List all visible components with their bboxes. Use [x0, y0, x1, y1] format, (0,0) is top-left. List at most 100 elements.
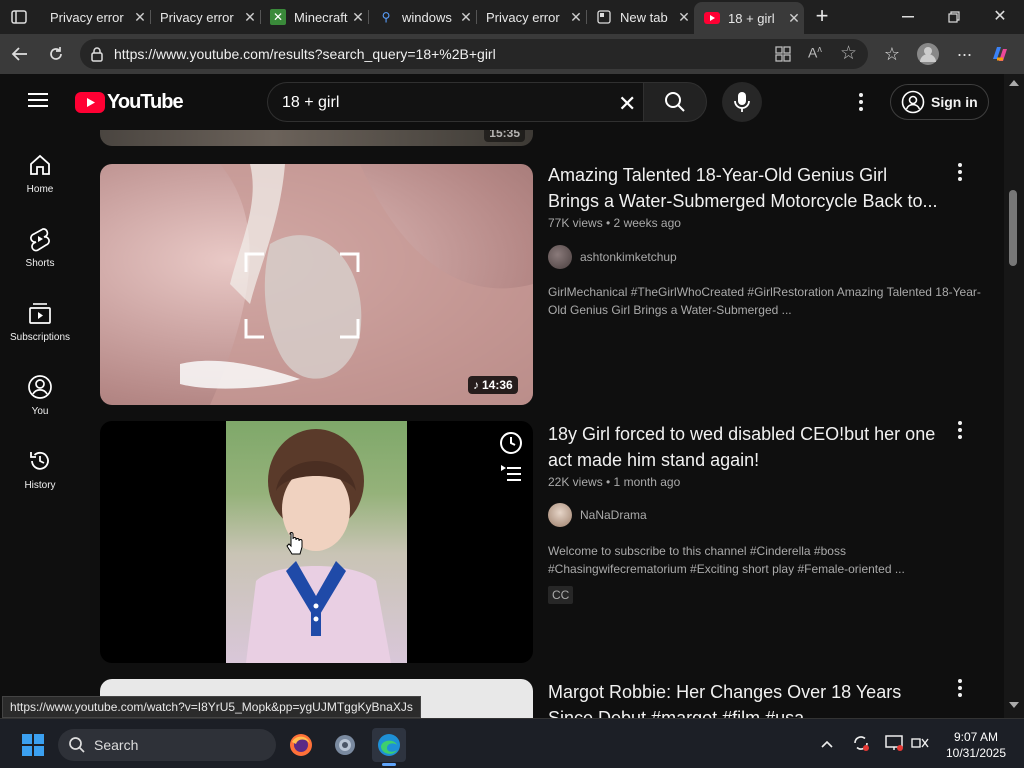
video-title[interactable]: Margot Robbie: Her Changes Over 18 Years… [548, 679, 948, 718]
video-thumbnail-partial-top[interactable]: 15:35 [100, 130, 533, 146]
clock-time: 9:07 AM [953, 730, 999, 744]
read-aloud-icon[interactable]: Aʌ [808, 44, 822, 61]
youtube-header: YouTube 18 + girl ✕ Sign in [0, 74, 1004, 130]
sidebar-item-you[interactable]: You [0, 368, 80, 432]
settings-kebab-icon[interactable] [851, 90, 871, 114]
url-text: https://www.youtube.com/results?search_q… [114, 46, 496, 62]
video-metadata: 77K views • 2 weeks ago [548, 216, 681, 230]
sidebar-item-shorts[interactable]: Shorts [0, 220, 80, 284]
video-action-menu-icon[interactable] [950, 160, 970, 184]
video-title[interactable]: 18y Girl forced to wed disabled CEO!but … [548, 421, 948, 473]
tab-label: Privacy error [160, 9, 234, 25]
scrollbar-thumb[interactable] [1009, 190, 1017, 266]
channel-link[interactable]: ashtonkimketchup [548, 245, 677, 269]
video-thumbnail[interactable]: ♪ 14:36 [100, 164, 533, 405]
search-query: 18 + girl [282, 94, 340, 111]
video-action-menu-icon[interactable] [950, 418, 970, 442]
add-to-queue-icon[interactable] [499, 463, 523, 490]
watch-later-icon[interactable] [499, 431, 523, 460]
close-icon[interactable]: ✕ [566, 9, 586, 26]
browser-tab-privacy-error-2[interactable]: Privacy error ✕ [150, 4, 260, 30]
browser-tab-privacy-error-1[interactable]: Privacy error ✕ [40, 4, 150, 30]
close-window-icon[interactable]: ✕ [990, 7, 1010, 27]
close-icon[interactable]: ✕ [784, 10, 804, 27]
close-icon[interactable]: ✕ [348, 9, 368, 26]
windows-start-icon[interactable] [16, 728, 50, 762]
account-icon [901, 90, 925, 114]
video-description: Welcome to subscribe to this channel #Ci… [548, 542, 988, 578]
video-description: GirlMechanical #TheGirlWhoCreated #GirlR… [548, 283, 988, 319]
new-tab-button[interactable]: + [811, 3, 833, 29]
search-input[interactable]: 18 + girl ✕ [267, 82, 643, 122]
favorite-star-icon[interactable]: ☆ [840, 42, 857, 65]
channel-name: ashtonkimketchup [580, 250, 677, 264]
minimize-icon[interactable] [898, 8, 918, 26]
tab-label: Privacy error [50, 9, 124, 25]
apps-icon[interactable] [774, 45, 792, 68]
show-hidden-icons-chevron-icon[interactable] [820, 736, 834, 754]
edge-browser-icon[interactable] [372, 728, 406, 766]
newtab-icon [596, 9, 612, 25]
video-description-line: Welcome to subscribe to this channel #Ci… [548, 544, 846, 558]
video-metadata: 22K views • 1 month ago [548, 475, 681, 489]
browser-tab-windows[interactable]: ⚲ windows ✕ [368, 4, 476, 30]
sidebar-item-label: History [24, 480, 56, 491]
duration-text: 14:36 [482, 378, 513, 392]
favorites-icon[interactable]: ☆ [878, 40, 906, 68]
firefox-icon[interactable] [284, 728, 318, 762]
browser-tab-privacy-error-3[interactable]: Privacy error ✕ [476, 4, 586, 30]
address-bar[interactable]: https://www.youtube.com/results?search_q… [80, 39, 868, 69]
search-button[interactable] [643, 82, 707, 122]
video-title[interactable]: Amazing Talented 18-Year-Old Genius Girl… [548, 162, 948, 214]
back-arrow-icon[interactable] [6, 40, 34, 68]
minecraft-icon: ✕ [270, 9, 286, 25]
browser-tab-new-tab[interactable]: New tab ✕ [586, 4, 694, 30]
tab-label: 18 + girl [728, 10, 775, 26]
close-icon[interactable]: ✕ [130, 9, 150, 26]
tab-label: Privacy error [486, 9, 560, 25]
reload-icon[interactable] [42, 40, 70, 68]
copilot-icon[interactable] [986, 40, 1014, 68]
sidebar-item-history[interactable]: History [0, 442, 80, 506]
display-icon[interactable] [884, 733, 904, 758]
sidebar-item-subscriptions[interactable]: Subscriptions [0, 294, 80, 358]
tab-actions-icon[interactable] [8, 7, 30, 27]
more-options-icon[interactable]: ··· [950, 40, 978, 68]
taskbar-clock[interactable]: 9:07 AM 10/31/2025 [936, 729, 1016, 761]
channel-avatar[interactable] [548, 245, 572, 269]
page-scrollbar[interactable] [1004, 74, 1024, 718]
sign-in-button[interactable]: Sign in [890, 84, 989, 120]
video-title-line: Since Debut #margot #film #usa [548, 708, 805, 718]
search-icon: ⚲ [381, 10, 391, 24]
clear-search-icon[interactable]: ✕ [618, 91, 636, 117]
scroll-up-arrow-icon[interactable] [1009, 80, 1019, 86]
channel-link[interactable]: NaNaDrama [548, 503, 647, 527]
menu-hamburger-icon[interactable] [28, 92, 50, 110]
sidebar-item-label: Shorts [25, 258, 55, 269]
youtube-logo[interactable]: YouTube [75, 91, 184, 114]
sidebar-item-label: Home [26, 184, 54, 195]
scroll-down-arrow-icon[interactable] [1009, 702, 1019, 708]
search-icon [665, 92, 685, 112]
voice-search-button[interactable] [722, 82, 762, 122]
profile-avatar-icon[interactable] [914, 40, 942, 68]
taskbar-search-box[interactable]: Search [58, 729, 276, 761]
video-title-line: act made him stand again! [548, 450, 760, 470]
restore-icon[interactable] [944, 8, 964, 26]
close-icon[interactable]: ✕ [674, 9, 694, 26]
settings-gear-icon[interactable] [328, 728, 362, 762]
video-action-menu-icon[interactable] [950, 676, 970, 700]
browser-tab-minecraft[interactable]: ✕ Minecraft ✕ [260, 4, 368, 30]
browser-tab-youtube[interactable]: 18 + girl ✕ [694, 2, 804, 34]
video-thumbnail[interactable] [100, 421, 533, 663]
shorts-icon [30, 228, 50, 252]
sync-icon[interactable] [851, 733, 871, 758]
video-description-line: #Chasingwifecrematorium #Exciting short … [548, 562, 905, 576]
channel-avatar[interactable] [548, 503, 572, 527]
close-icon[interactable]: ✕ [456, 9, 476, 26]
sidebar-item-home[interactable]: Home [0, 146, 80, 210]
network-volume-icon[interactable] [910, 733, 930, 758]
taskbar-search-label: Search [94, 737, 139, 753]
lock-icon[interactable] [90, 46, 104, 67]
close-icon[interactable]: ✕ [240, 9, 260, 26]
